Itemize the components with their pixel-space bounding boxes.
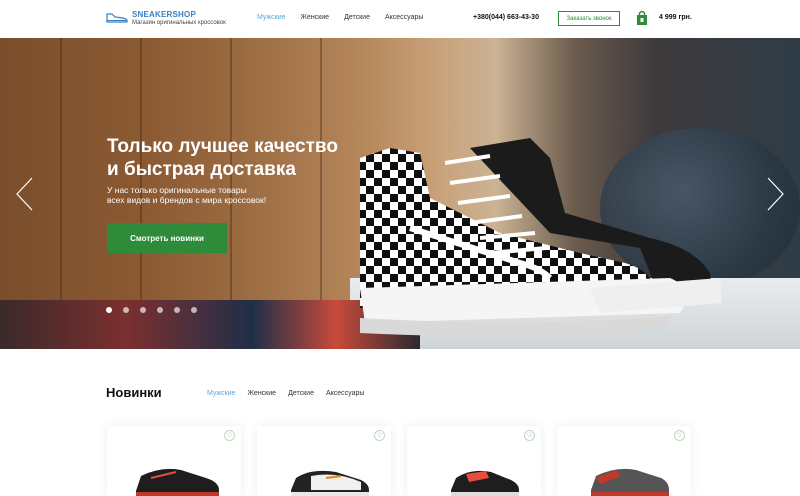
black-red-sneaker-icon: [451, 470, 519, 496]
product-card[interactable]: ♡: [407, 426, 541, 496]
black-red-sneaker-icon: [136, 468, 219, 496]
checkered-sneaker-image: [360, 138, 722, 337]
black-white-sneaker-icon: [291, 470, 369, 496]
brand-tagline: Магазин оригинальных кроссовок: [132, 20, 226, 26]
hero-title-line: и быстрая доставка: [107, 159, 296, 180]
nav-item-accessories[interactable]: Аксессуары: [385, 14, 423, 21]
product-grid: ♡ ♡ ♡ ♡: [107, 426, 691, 496]
slider-dot[interactable]: [106, 307, 112, 313]
heart-icon[interactable]: ♡: [374, 430, 385, 441]
heart-icon[interactable]: ♡: [524, 430, 535, 441]
heart-icon[interactable]: ♡: [224, 430, 235, 441]
hero-description: У нас только оригинальные товары всех ви…: [107, 185, 307, 205]
slider-dots: [106, 307, 197, 313]
hero-text-line: всех видов и брендов с мира кроссовок!: [107, 195, 267, 205]
nav-item-kids[interactable]: Детские: [344, 14, 370, 21]
product-card[interactable]: ♡: [257, 426, 391, 496]
section-title: Новинки: [106, 385, 162, 400]
slider-dot[interactable]: [191, 307, 197, 313]
product-card[interactable]: ♡: [557, 426, 691, 496]
grey-red-sneaker-icon: [591, 468, 669, 496]
logo[interactable]: SNEAKERSHOP Магазин оригинальных кроссов…: [106, 10, 226, 26]
slider-dot[interactable]: [157, 307, 163, 313]
shopping-bag-icon[interactable]: [635, 10, 649, 26]
hero-title-line: Только лучшее качество: [107, 136, 338, 157]
tab-women[interactable]: Женские: [248, 390, 277, 397]
tab-kids[interactable]: Детские: [288, 390, 314, 397]
main-nav: Мужские Женские Детские Аксессуары: [257, 14, 423, 21]
hero-title: Только лучшее качество и быстрая доставк…: [107, 135, 367, 181]
view-new-arrivals-button[interactable]: Смотреть новинки: [107, 223, 227, 253]
chevron-right-icon[interactable]: [766, 176, 786, 212]
sneaker-logo-icon: [106, 13, 128, 23]
tab-men[interactable]: Мужские: [207, 390, 236, 397]
brand-name: SNEAKERSHOP: [132, 10, 196, 19]
hero-slider: Только лучшее качество и быстрая доставк…: [0, 38, 800, 349]
phone-number[interactable]: +380(044) 663-43-30: [473, 14, 539, 21]
product-card[interactable]: ♡: [107, 426, 241, 496]
site-header: SNEAKERSHOP Магазин оригинальных кроссов…: [0, 0, 800, 38]
cart-total[interactable]: 4 999 грн.: [659, 14, 692, 21]
nav-item-women[interactable]: Женские: [301, 14, 330, 21]
tab-accessories[interactable]: Аксессуары: [326, 390, 364, 397]
slider-dot[interactable]: [140, 307, 146, 313]
slider-dot[interactable]: [174, 307, 180, 313]
request-call-button[interactable]: Заказать звонок: [558, 11, 620, 26]
hero-text-line: У нас только оригинальные товары: [107, 185, 247, 195]
chevron-left-icon[interactable]: [14, 176, 34, 212]
nav-item-men[interactable]: Мужские: [257, 14, 286, 21]
slider-dot[interactable]: [123, 307, 129, 313]
category-tabs: Мужские Женские Детские Аксессуары: [207, 390, 364, 397]
heart-icon[interactable]: ♡: [674, 430, 685, 441]
